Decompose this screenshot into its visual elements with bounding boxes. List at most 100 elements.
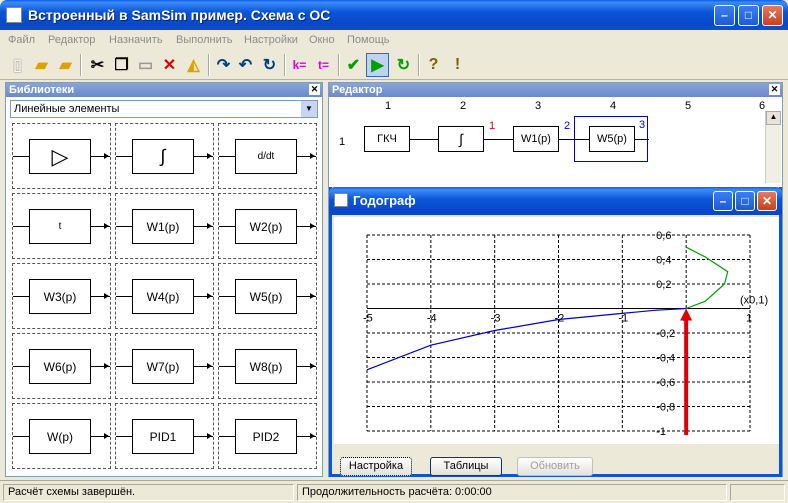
- library-category-value: Линейные элементы: [14, 103, 120, 115]
- hodograph-minimize-button[interactable]: –: [713, 191, 733, 211]
- hodograph-curve-2: [685, 246, 729, 310]
- menu-editor[interactable]: Редактор: [48, 34, 95, 46]
- paste-icon[interactable]: ▭: [134, 53, 157, 77]
- y-tick-label: 0,4: [656, 255, 671, 267]
- menu-help[interactable]: Помощь: [347, 34, 390, 46]
- cut-icon[interactable]: ✂: [86, 53, 109, 77]
- run-icon[interactable]: ▶: [366, 53, 389, 77]
- copy-icon[interactable]: ❐: [110, 53, 133, 77]
- library-block-pid1[interactable]: PID1: [115, 403, 214, 469]
- x-tick-label: -1: [618, 313, 628, 325]
- editor-wire: [410, 139, 438, 140]
- scroll-up-icon[interactable]: ▲: [766, 111, 781, 125]
- library-block-w4[interactable]: W4(p): [115, 263, 214, 329]
- connect-icon[interactable]: ↷: [212, 53, 235, 77]
- hodograph-title-bar: Годограф – □ ✕: [329, 187, 782, 215]
- menu-window[interactable]: Окно: [309, 34, 335, 46]
- x-tick-label: 1: [746, 313, 752, 325]
- tables-button[interactable]: Таблицы: [430, 457, 502, 476]
- title-bar: Встроенный в SamSim пример. Схема с ОС –…: [0, 0, 788, 30]
- y-tick-label: -0,2: [656, 328, 675, 340]
- library-block-pid2[interactable]: PID2: [218, 403, 317, 469]
- menu-bar: Файл Редактор Назначить Выполнить Настро…: [0, 30, 788, 50]
- library-block-w8[interactable]: W8(p): [218, 333, 317, 399]
- library-block-w[interactable]: W(p): [12, 403, 111, 469]
- libraries-close-icon[interactable]: ✕: [309, 84, 320, 95]
- library-block-w6[interactable]: W6(p): [12, 333, 111, 399]
- status-duration: Продолжительность расчёта: 0:00:00: [297, 484, 727, 501]
- library-block-label: W3(p): [29, 279, 91, 314]
- editor-block-generator[interactable]: ГКЧ: [364, 126, 410, 152]
- library-block-w7[interactable]: W7(p): [115, 333, 214, 399]
- y-tick-label: -0,8: [656, 402, 675, 414]
- menu-assign[interactable]: Назначить: [109, 34, 163, 46]
- editor-block-w5[interactable]: W5(p): [589, 126, 635, 152]
- library-block-w1[interactable]: W1(p): [115, 193, 214, 259]
- library-block-w5[interactable]: W5(p): [218, 263, 317, 329]
- editor-close-icon[interactable]: ✕: [769, 84, 780, 95]
- library-block-label: W6(p): [29, 349, 91, 384]
- route-icon[interactable]: ↻: [258, 53, 281, 77]
- library-block-label: t: [29, 209, 91, 244]
- time-start-icon[interactable]: k=: [288, 53, 311, 77]
- library-block-label: ∫: [132, 139, 194, 174]
- editor-wire: [484, 139, 513, 140]
- library-category-select[interactable]: Линейные элементы ▼: [10, 100, 318, 118]
- refresh-button[interactable]: Обновить: [517, 457, 593, 476]
- repeat-icon[interactable]: ↻: [392, 53, 415, 77]
- libraries-header: Библиотеки ✕: [6, 83, 322, 97]
- y-tick-label: 0,2: [656, 279, 671, 291]
- menu-file[interactable]: Файл: [8, 34, 35, 46]
- x-unit-label: (x0,1): [740, 295, 768, 307]
- menu-settings[interactable]: Настройки: [244, 34, 298, 46]
- new-file-icon[interactable]: ▯: [6, 53, 29, 77]
- x-tick-label: -5: [363, 313, 373, 325]
- settings-button[interactable]: Настройка: [340, 457, 412, 476]
- y-tick-label: -1: [656, 426, 666, 438]
- editor-scrollbar[interactable]: ▲: [765, 111, 781, 183]
- menu-run[interactable]: Выполнить: [176, 34, 232, 46]
- editor-title: Редактор: [332, 84, 383, 96]
- close-button[interactable]: ✕: [762, 5, 783, 26]
- hodograph-title: Годограф: [353, 193, 416, 208]
- minimize-button[interactable]: –: [714, 5, 735, 26]
- library-block-label: W7(p): [132, 349, 194, 384]
- info-icon[interactable]: !: [446, 53, 469, 77]
- hodograph-app-icon: [334, 193, 348, 207]
- editor-row-header: 1: [339, 136, 346, 148]
- hodograph-maximize-button[interactable]: □: [735, 191, 755, 211]
- save-folder-icon[interactable]: ▰: [54, 53, 77, 77]
- help-icon[interactable]: ?: [422, 53, 445, 77]
- editor-block-integrator[interactable]: ∫: [438, 126, 484, 152]
- library-block-gain[interactable]: ▷: [12, 123, 111, 189]
- hodograph-chart: -5-4-3-2-1010,60,40,2-0,2-0,4-0,6-0,8-1(…: [363, 230, 768, 438]
- library-block-integrator[interactable]: ∫: [115, 123, 214, 189]
- y-tick-label: 0,6: [656, 230, 671, 242]
- library-block-w3[interactable]: W3(p): [12, 263, 111, 329]
- disconnect-icon[interactable]: ↶: [234, 53, 257, 77]
- library-block-label: W(p): [29, 419, 91, 454]
- chevron-down-icon[interactable]: ▼: [301, 101, 317, 117]
- editor-block-w1[interactable]: W1(p): [513, 126, 559, 152]
- app-icon: [6, 7, 22, 23]
- time-end-icon[interactable]: t=: [312, 53, 335, 77]
- editor-wire: [635, 139, 649, 140]
- libraries-panel: Библиотеки ✕ Линейные элементы ▼ ▷ ∫ d/d…: [5, 82, 323, 477]
- y-tick-label: -0,4: [656, 353, 675, 365]
- hodograph-curve-1: [366, 307, 687, 371]
- port-label: 3: [639, 119, 646, 131]
- delete-icon[interactable]: ✕: [158, 53, 181, 77]
- check-icon[interactable]: ✔: [342, 53, 365, 77]
- hodograph-plot: -5-4-3-2-1010,60,40,2-0,2-0,4-0,6-0,8-1(…: [334, 217, 779, 444]
- hodograph-close-button[interactable]: ✕: [757, 191, 777, 211]
- open-folder-icon[interactable]: ▰: [30, 53, 53, 77]
- y-tick-label: -0,6: [656, 377, 675, 389]
- library-block-w2[interactable]: W2(p): [218, 193, 317, 259]
- maximize-button[interactable]: □: [738, 5, 759, 26]
- align-icon[interactable]: ◭: [182, 53, 205, 77]
- status-bar: Расчёт схемы завершён. Продолжительность…: [0, 480, 788, 503]
- library-block-delay[interactable]: t: [12, 193, 111, 259]
- window-title: Встроенный в SamSim пример. Схема с ОС: [28, 7, 331, 23]
- libraries-title: Библиотеки: [9, 84, 75, 96]
- library-block-derivative[interactable]: d/dt: [218, 123, 317, 189]
